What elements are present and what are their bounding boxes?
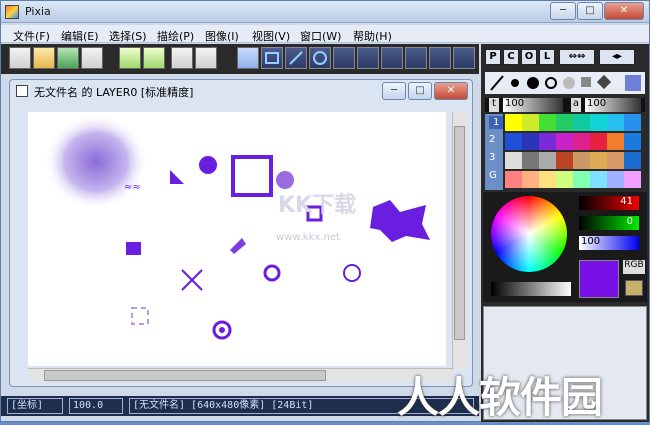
airbrush-blob xyxy=(44,114,148,210)
canvas-url-watermark: www.kkx.net xyxy=(276,232,340,243)
color-folder-icon[interactable] xyxy=(625,280,643,296)
squiggle-mark: ≈≈ xyxy=(124,182,141,193)
drawing-canvas[interactable]: ≈≈ KK下载 www.kkx.net xyxy=(28,112,446,366)
leaf-shape xyxy=(230,238,246,254)
toolbar xyxy=(1,44,479,74)
new-file-icon[interactable] xyxy=(9,47,31,69)
redo-icon[interactable] xyxy=(143,47,165,69)
menu-view[interactable]: 视图(V) xyxy=(252,28,290,44)
panel-tab-l[interactable]: L xyxy=(539,49,555,65)
status-coord: [坐标] xyxy=(7,398,63,414)
palette-row-labels: 1 2 3 G xyxy=(485,114,504,190)
alpha-label: a xyxy=(571,98,581,112)
rectangle-tool-icon[interactable] xyxy=(261,47,283,69)
line-tool-icon[interactable] xyxy=(285,47,307,69)
title-bar: Pixia ─ □ ✕ xyxy=(1,1,649,23)
undo-icon[interactable] xyxy=(119,47,141,69)
vertical-scroll-thumb[interactable] xyxy=(454,126,465,340)
menu-bar: 文件(F) 编辑(E) 选择(S) 描绘(P) 图像(I) 视图(V) 窗口(W… xyxy=(1,25,649,43)
eraser-icon[interactable] xyxy=(237,47,259,69)
save-icon[interactable] xyxy=(57,47,79,69)
print-icon[interactable] xyxy=(81,47,103,69)
brush-tool-icon[interactable] xyxy=(381,47,403,69)
document-window: 无文件名 的 LAYER0 [标准精度] ─ □ ✕ ≈≈ KK下载 www.k… xyxy=(9,79,473,387)
paste-icon[interactable] xyxy=(195,47,217,69)
palette-row-2[interactable]: 2 xyxy=(489,134,495,145)
grayscale-slider[interactable] xyxy=(491,282,571,296)
ink-splat xyxy=(370,200,430,242)
clear-selection-icon[interactable] xyxy=(453,47,475,69)
menu-file[interactable]: 文件(F) xyxy=(13,28,50,44)
horizontal-scrollbar[interactable] xyxy=(28,368,452,382)
brush-alpha-slider[interactable]: 100 xyxy=(585,98,641,112)
open-folder-icon[interactable] xyxy=(33,47,55,69)
palette-row-1[interactable]: 1 xyxy=(489,116,504,129)
fill-tool-icon[interactable] xyxy=(429,47,451,69)
copy-icon[interactable] xyxy=(171,47,193,69)
panel-tab-o[interactable]: O xyxy=(521,49,537,65)
ring-shape-a xyxy=(263,264,281,282)
square-outline xyxy=(231,155,273,197)
red-slider[interactable]: 41 xyxy=(579,196,639,210)
doc-maximize-button[interactable]: □ xyxy=(408,82,432,100)
minimize-button[interactable]: ─ xyxy=(550,2,576,20)
ring-shape-b xyxy=(343,264,361,282)
menu-select[interactable]: 选择(S) xyxy=(109,28,147,44)
status-zoom: 100.0 xyxy=(69,398,123,414)
doc-close-button[interactable]: ✕ xyxy=(434,82,468,100)
brush-size-slider[interactable]: 100 xyxy=(503,98,563,112)
palette-row-3[interactable]: 3 xyxy=(489,152,495,163)
panel-tab-c[interactable]: C xyxy=(503,49,519,65)
color-mode-button[interactable]: RGB xyxy=(623,260,645,274)
menu-paint[interactable]: 描绘(P) xyxy=(157,28,194,44)
panel-arrows-icon[interactable]: ⇔⇔ xyxy=(559,49,595,65)
app-window: Pixia ─ □ ✕ 文件(F) 编辑(E) 选择(S) 描绘(P) 图像(I… xyxy=(0,0,650,422)
document-icon xyxy=(16,85,28,97)
canvas-brand-watermark: KK下载 xyxy=(278,192,356,218)
polygon-tool-icon[interactable] xyxy=(333,47,355,69)
color-wheel[interactable] xyxy=(491,196,567,272)
blue-slider[interactable]: 100 xyxy=(579,236,639,250)
document-title: 无文件名 的 LAYER0 [标准精度] xyxy=(34,86,194,99)
doc-minimize-button[interactable]: ─ xyxy=(382,82,406,100)
brush-shape-row xyxy=(485,72,645,94)
color-picker: 41 0 100 RGB xyxy=(483,192,647,302)
close-button[interactable]: ✕ xyxy=(604,2,644,20)
window-title: Pixia xyxy=(25,5,51,18)
dashed-square xyxy=(131,307,149,325)
circle-face-shape xyxy=(276,171,294,189)
palette-swatches[interactable] xyxy=(505,114,645,190)
panel-tab-p[interactable]: P xyxy=(485,49,501,65)
half-rect-shape xyxy=(126,242,141,255)
vertical-scrollbar[interactable] xyxy=(452,112,466,370)
site-watermark: 人人软件园 xyxy=(397,373,603,422)
menu-image[interactable]: 图像(I) xyxy=(205,28,239,44)
app-icon xyxy=(5,5,19,19)
curve-tool-icon[interactable] xyxy=(357,47,379,69)
size-label: t xyxy=(489,98,499,112)
ellipse-tool-icon[interactable] xyxy=(309,47,331,69)
horizontal-scroll-thumb[interactable] xyxy=(44,370,326,381)
current-color-swatch[interactable] xyxy=(579,260,619,298)
palette-row-g[interactable]: G xyxy=(489,170,497,181)
menu-edit[interactable]: 编辑(E) xyxy=(61,28,99,44)
triangle-shape xyxy=(170,170,184,184)
smiley-shape xyxy=(199,156,217,174)
brush-params-row: t 100 a 100 xyxy=(485,98,645,112)
menu-window[interactable]: 窗口(W) xyxy=(300,28,341,44)
green-slider[interactable]: 0 xyxy=(579,216,639,230)
maximize-button[interactable]: □ xyxy=(577,2,603,20)
lasso-tool-icon[interactable] xyxy=(405,47,427,69)
palette-grid: 1 2 3 G xyxy=(485,114,645,190)
target-dot xyxy=(219,327,225,333)
panel-nav-icon[interactable]: ◂▸ xyxy=(599,49,635,65)
menu-help[interactable]: 帮助(H) xyxy=(353,28,392,44)
